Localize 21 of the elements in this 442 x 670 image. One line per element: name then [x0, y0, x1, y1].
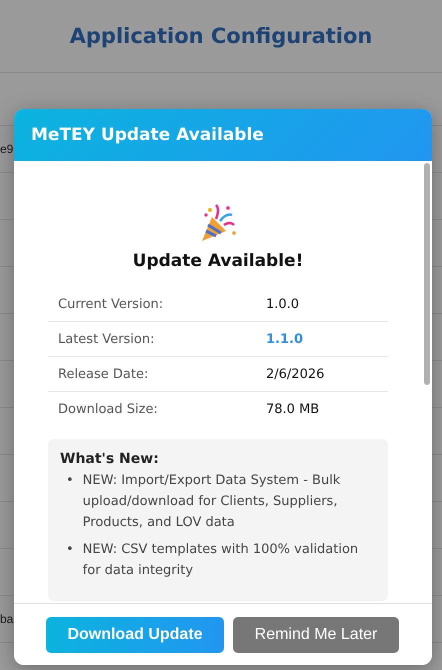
whats-new-title: What's New: — [60, 451, 160, 467]
bullet: • — [66, 541, 74, 559]
page-title: Application Configuration — [70, 24, 372, 48]
detail-value: 78.0 MB — [266, 402, 320, 416]
update-heading: Update Available! — [132, 251, 304, 271]
remind-later-button[interactable]: Remind Me Later — [233, 617, 399, 653]
change-item: NEW: CSV templates with 100% validation for data integrity — [82, 541, 360, 580]
bullet: • — [66, 472, 74, 490]
detail-value: 2/6/2026 — [266, 366, 326, 382]
detail-label: Download Size: — [58, 402, 159, 416]
detail-label: Latest Version: — [58, 332, 156, 346]
change-item: NEW: Import/Export Data System - Bulk upload/download for Clients, Suppliers, Products, and LOV data — [82, 472, 342, 532]
table-cell: e9 — [0, 142, 14, 156]
detail-value: 1.1.0 — [266, 332, 304, 346]
dialog-title: MeTEY Update Available — [31, 125, 264, 145]
detail-value: 1.0.0 — [266, 296, 300, 312]
table-cell: ba — [0, 612, 14, 626]
detail-label: Current Version: — [58, 296, 164, 312]
download-button[interactable]: Download Update — [46, 617, 224, 653]
detail-label: Release Date: — [58, 366, 150, 382]
scrollbar[interactable] — [424, 163, 430, 385]
